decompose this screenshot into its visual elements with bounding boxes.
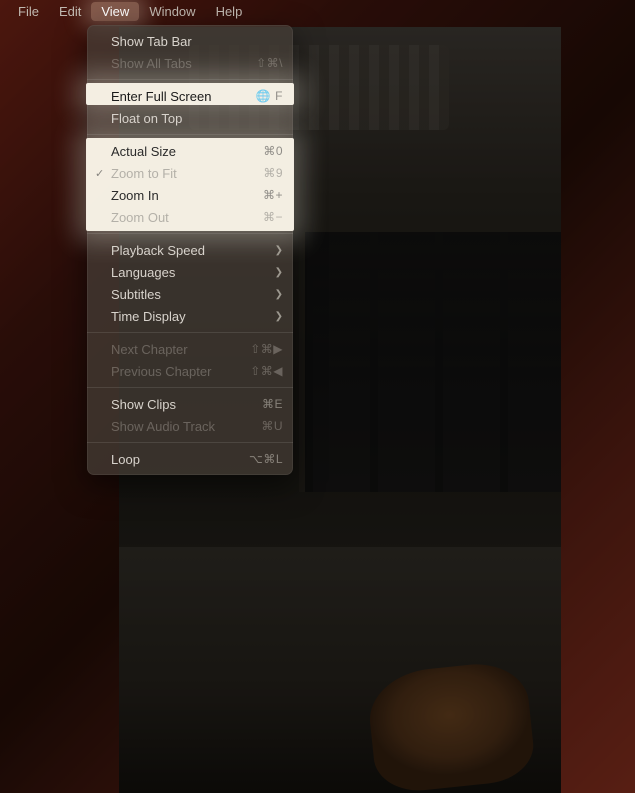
menu-item-label: Show All Tabs bbox=[111, 56, 256, 71]
menu-item-show-tab-bar[interactable]: Show Tab Bar bbox=[87, 30, 293, 52]
menu-item-languages[interactable]: Languages ❯ bbox=[87, 261, 293, 283]
menu-item-shortcut: ⌘+ bbox=[263, 188, 283, 202]
menu-item-show-audio-track: Show Audio Track ⌘U bbox=[87, 415, 293, 437]
menu-separator bbox=[87, 134, 293, 135]
menu-item-label: Show Clips bbox=[111, 397, 262, 412]
menu-separator bbox=[87, 332, 293, 333]
menu-separator bbox=[87, 233, 293, 234]
menu-item-label: Actual Size bbox=[111, 144, 263, 159]
menu-item-float-on-top[interactable]: Float on Top bbox=[87, 107, 293, 129]
menu-item-label: Zoom In bbox=[111, 188, 263, 203]
menubar-item-help[interactable]: Help bbox=[206, 2, 253, 21]
menu-item-shortcut: ⌘9 bbox=[263, 166, 283, 180]
menu-item-label: Loop bbox=[111, 452, 249, 467]
menu-item-show-clips[interactable]: Show Clips ⌘E bbox=[87, 393, 293, 415]
menu-item-label: Time Display bbox=[111, 309, 269, 324]
menu-item-zoom-to-fit: ✓ Zoom to Fit ⌘9 bbox=[87, 162, 293, 184]
menu-separator bbox=[87, 79, 293, 80]
menu-item-shortcut: 🌐 F bbox=[256, 89, 283, 103]
menu-item-label: Show Tab Bar bbox=[111, 34, 283, 49]
menu-item-label: Next Chapter bbox=[111, 342, 250, 357]
menu-item-shortcut: ⌘− bbox=[263, 210, 283, 224]
system-menubar: File Edit View Window Help bbox=[0, 0, 635, 22]
menu-item-previous-chapter: Previous Chapter ⇧⌘◀ bbox=[87, 360, 293, 382]
menu-item-label: Previous Chapter bbox=[111, 364, 250, 379]
chevron-right-icon: ❯ bbox=[275, 267, 283, 278]
menubar-item-view[interactable]: View bbox=[91, 2, 139, 21]
menu-separator bbox=[87, 387, 293, 388]
menu-item-shortcut: ⇧⌘▶ bbox=[250, 342, 283, 356]
menubar-item-edit[interactable]: Edit bbox=[49, 2, 91, 21]
chevron-right-icon: ❯ bbox=[275, 245, 283, 256]
menu-separator bbox=[87, 442, 293, 443]
menu-item-loop[interactable]: Loop ⌥⌘L bbox=[87, 448, 293, 470]
chevron-right-icon: ❯ bbox=[275, 289, 283, 300]
menu-item-time-display[interactable]: Time Display ❯ bbox=[87, 305, 293, 327]
menu-item-label: Languages bbox=[111, 265, 269, 280]
checkmark-icon: ✓ bbox=[95, 167, 104, 180]
menu-item-show-all-tabs: Show All Tabs ⇧⌘\ bbox=[87, 52, 293, 74]
menu-item-shortcut: ⌥⌘L bbox=[249, 452, 283, 466]
menu-item-label: Zoom Out bbox=[111, 210, 263, 225]
menu-item-shortcut: ⌘U bbox=[261, 419, 283, 433]
menu-item-label: Float on Top bbox=[111, 111, 283, 126]
menu-item-next-chapter: Next Chapter ⇧⌘▶ bbox=[87, 338, 293, 360]
menu-item-label: Show Audio Track bbox=[111, 419, 261, 434]
menu-item-label: Enter Full Screen bbox=[111, 89, 256, 104]
chevron-right-icon: ❯ bbox=[275, 311, 283, 322]
view-menu: Show Tab Bar Show All Tabs ⇧⌘\ Enter Ful… bbox=[87, 25, 293, 475]
menu-item-shortcut: ⌘0 bbox=[263, 144, 283, 158]
menu-item-shortcut: ⇧⌘◀ bbox=[250, 364, 283, 378]
menu-item-label: Subtitles bbox=[111, 287, 269, 302]
menubar-item-file[interactable]: File bbox=[8, 2, 49, 21]
menu-item-actual-size[interactable]: Actual Size ⌘0 bbox=[87, 140, 293, 162]
menu-item-zoom-out: Zoom Out ⌘− bbox=[87, 206, 293, 228]
menu-item-label: Zoom to Fit bbox=[111, 166, 263, 181]
menu-item-zoom-in[interactable]: Zoom In ⌘+ bbox=[87, 184, 293, 206]
menu-item-shortcut: ⇧⌘\ bbox=[256, 56, 283, 70]
menu-item-subtitles[interactable]: Subtitles ❯ bbox=[87, 283, 293, 305]
menu-item-enter-full-screen[interactable]: Enter Full Screen 🌐 F bbox=[87, 85, 293, 107]
menu-item-label: Playback Speed bbox=[111, 243, 269, 258]
menu-item-shortcut: ⌘E bbox=[262, 397, 283, 411]
menubar-item-window[interactable]: Window bbox=[139, 2, 205, 21]
menu-item-playback-speed[interactable]: Playback Speed ❯ bbox=[87, 239, 293, 261]
